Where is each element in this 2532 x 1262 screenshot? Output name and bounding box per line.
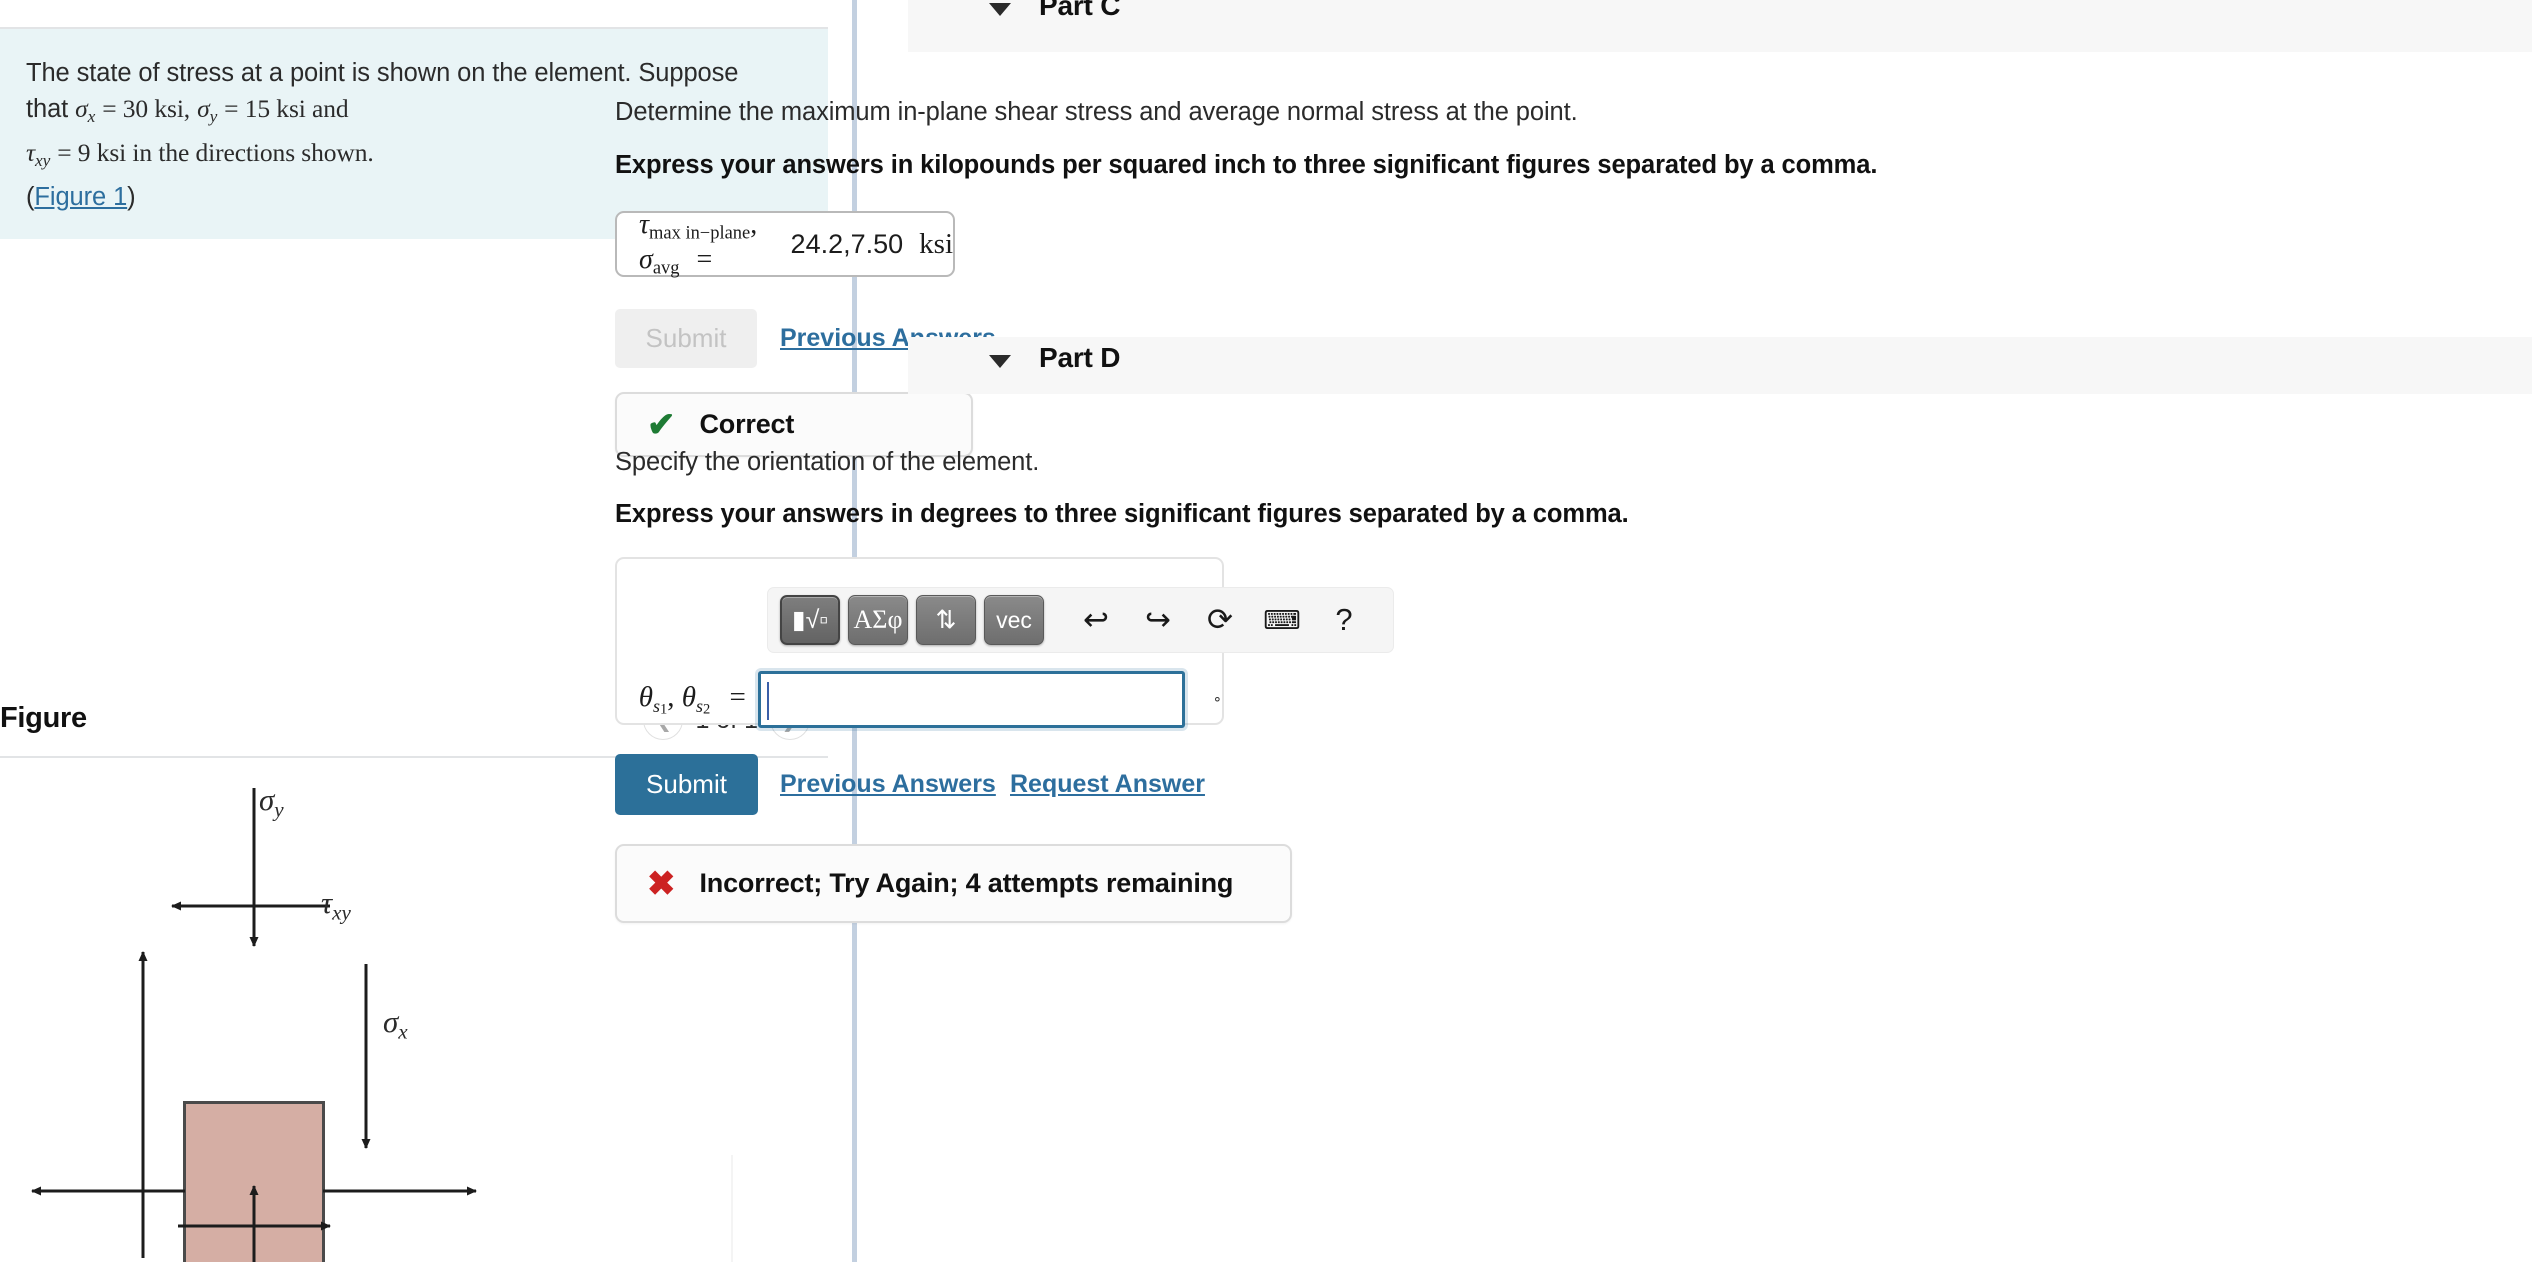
problem-statement-text: The state of stress at a point is shown … — [26, 55, 798, 215]
redo-icon[interactable]: ↪ — [1130, 595, 1186, 645]
part-c-answer-display: τmax in−plane, σavg = 24.2,7.50 ksi — [615, 211, 955, 277]
undo-icon[interactable]: ↩ — [1068, 595, 1124, 645]
tau-xy-label: τxy — [321, 885, 351, 925]
caret-down-icon[interactable] — [989, 3, 1011, 16]
part-c-submit-button[interactable]: Submit — [615, 309, 757, 368]
part-d-question: Specify the orientation of the element. — [615, 448, 1039, 477]
part-d-math-editor[interactable]: ▮√▫ ΑΣφ ⇅ vec ↩ ↪ ⟳ — [615, 557, 1224, 725]
part-d-previous-answers-link[interactable]: Previous Answers — [780, 770, 996, 799]
sigma-avg-subscript: avg — [653, 258, 680, 278]
sigma-y-label: σy — [259, 782, 284, 822]
checkmark-icon: ✔ — [647, 408, 676, 442]
tau-max-subscript: max in−plane — [649, 223, 750, 243]
part-c-title: Part C — [1039, 0, 1120, 22]
greek-symbols-key[interactable]: ΑΣφ — [848, 595, 908, 645]
sigma-x-subscript: x — [88, 107, 96, 126]
tau-xy-symbol: τ — [26, 138, 35, 167]
figure-title: Figure — [0, 702, 87, 735]
part-d-instruction: Express your answers in degrees to three… — [615, 500, 1629, 529]
sigma-y-label-symbol: σ — [259, 782, 274, 817]
sigma-avg-symbol: σ — [639, 244, 653, 275]
caret-down-icon[interactable] — [989, 355, 1011, 368]
figure-scroll-track[interactable] — [731, 1155, 733, 1262]
part-d-title: Part D — [1039, 342, 1120, 374]
page-root: The state of stress at a point is shown … — [0, 0, 2532, 1262]
reset-icon[interactable]: ⟳ — [1192, 595, 1248, 645]
problem-that-word: that — [26, 95, 68, 123]
part-c-instruction: Express your answers in kilopounds per s… — [615, 151, 1877, 180]
greek-symbols-icon: ΑΣφ — [854, 605, 903, 635]
problem-statement-box: The state of stress at a point is shown … — [0, 29, 828, 239]
part-c-answer-unit: ksi — [919, 228, 953, 261]
arrows-key[interactable]: ⇅ — [916, 595, 976, 645]
part-d-header[interactable]: Part D — [908, 337, 2532, 394]
right-panel: Part C Determine the maximum in-plane sh… — [857, 0, 2532, 1262]
stress-element-diagram — [0, 758, 828, 1262]
sigma-y-subscript: y — [210, 107, 218, 126]
theta-s1-sub: s — [653, 696, 660, 716]
help-glyph: ? — [1335, 602, 1352, 638]
keyboard-glyph: ⌨ — [1263, 605, 1301, 636]
help-icon[interactable]: ? — [1316, 595, 1372, 645]
paren-close: ) — [127, 183, 135, 211]
reset-glyph: ⟳ — [1207, 602, 1233, 638]
template-root-icon: ▮√▫ — [792, 605, 828, 635]
math-toolbar: ▮√▫ ΑΣφ ⇅ vec ↩ ↪ ⟳ — [767, 587, 1394, 653]
sigma-x-label-subscript: x — [398, 1019, 407, 1043]
vector-key[interactable]: vec — [984, 595, 1044, 645]
sigma-y-symbol: σ — [197, 94, 209, 123]
part-d-answer-label: θs1, θs2 = — [637, 681, 746, 718]
figure-1-link[interactable]: Figure 1 — [34, 183, 127, 211]
part-c-answer-value: 24.2,7.50 — [791, 229, 904, 260]
cross-icon: ✖ — [647, 867, 676, 901]
undo-glyph: ↩ — [1083, 602, 1109, 638]
theta-s2-sub: s — [696, 696, 703, 716]
sigma-x-label: σx — [383, 1004, 408, 1044]
part-d-equals-sign: = — [729, 681, 745, 713]
part-d-feedback-text: Incorrect; Try Again; 4 attempts remaini… — [700, 868, 1234, 899]
template-root-key[interactable]: ▮√▫ — [780, 595, 840, 645]
figure-image-area[interactable]: σy τxy σx — [0, 758, 828, 1262]
sigma-x-label-symbol: σ — [383, 1004, 398, 1039]
arrows-icon: ⇅ — [936, 605, 957, 635]
redo-glyph: ↪ — [1145, 602, 1171, 638]
sigma-y-label-subscript: y — [274, 797, 283, 821]
part-c-header[interactable]: Part C — [908, 0, 2532, 52]
tau-xy-label-symbol: τ — [321, 885, 332, 920]
part-d-answer-row: θs1, θs2 = ∘ — [617, 671, 1222, 728]
degree-unit-label: ∘ — [1213, 690, 1222, 709]
tau-xy-value: = 9 ksi in the directions shown. — [57, 138, 373, 167]
theta-s2-symbol: θ — [682, 681, 696, 713]
part-c-feedback-text: Correct — [700, 409, 795, 440]
part-d-request-answer-link[interactable]: Request Answer — [1010, 770, 1205, 799]
text-caret — [767, 682, 769, 720]
answer-label-comma: , — [750, 209, 757, 240]
sigma-x-value: = 30 ksi, — [102, 94, 190, 123]
problem-line-1: The state of stress at a point is shown … — [26, 59, 738, 87]
part-c-answer-label: τmax in−plane, σavg = — [639, 209, 775, 278]
sigma-y-value: = 15 ksi and — [224, 94, 348, 123]
tau-xy-label-subscript: xy — [332, 900, 351, 924]
tau-xy-subscript: xy — [35, 151, 50, 170]
sigma-x-symbol: σ — [75, 94, 87, 123]
theta-s2-sub-num: 2 — [703, 701, 710, 717]
part-d-answer-input[interactable] — [758, 671, 1185, 728]
tau-max-symbol: τ — [639, 209, 649, 240]
part-d-submit-button[interactable]: Submit — [615, 754, 758, 815]
part-c-equals-sign: = — [696, 244, 712, 275]
keyboard-icon[interactable]: ⌨ — [1254, 595, 1310, 645]
vector-icon: vec — [996, 607, 1032, 634]
theta-s1-symbol: θ — [639, 681, 653, 713]
part-c-question: Determine the maximum in-plane shear str… — [615, 98, 1578, 127]
part-d-feedback-banner: ✖ Incorrect; Try Again; 4 attempts remai… — [615, 844, 1292, 923]
